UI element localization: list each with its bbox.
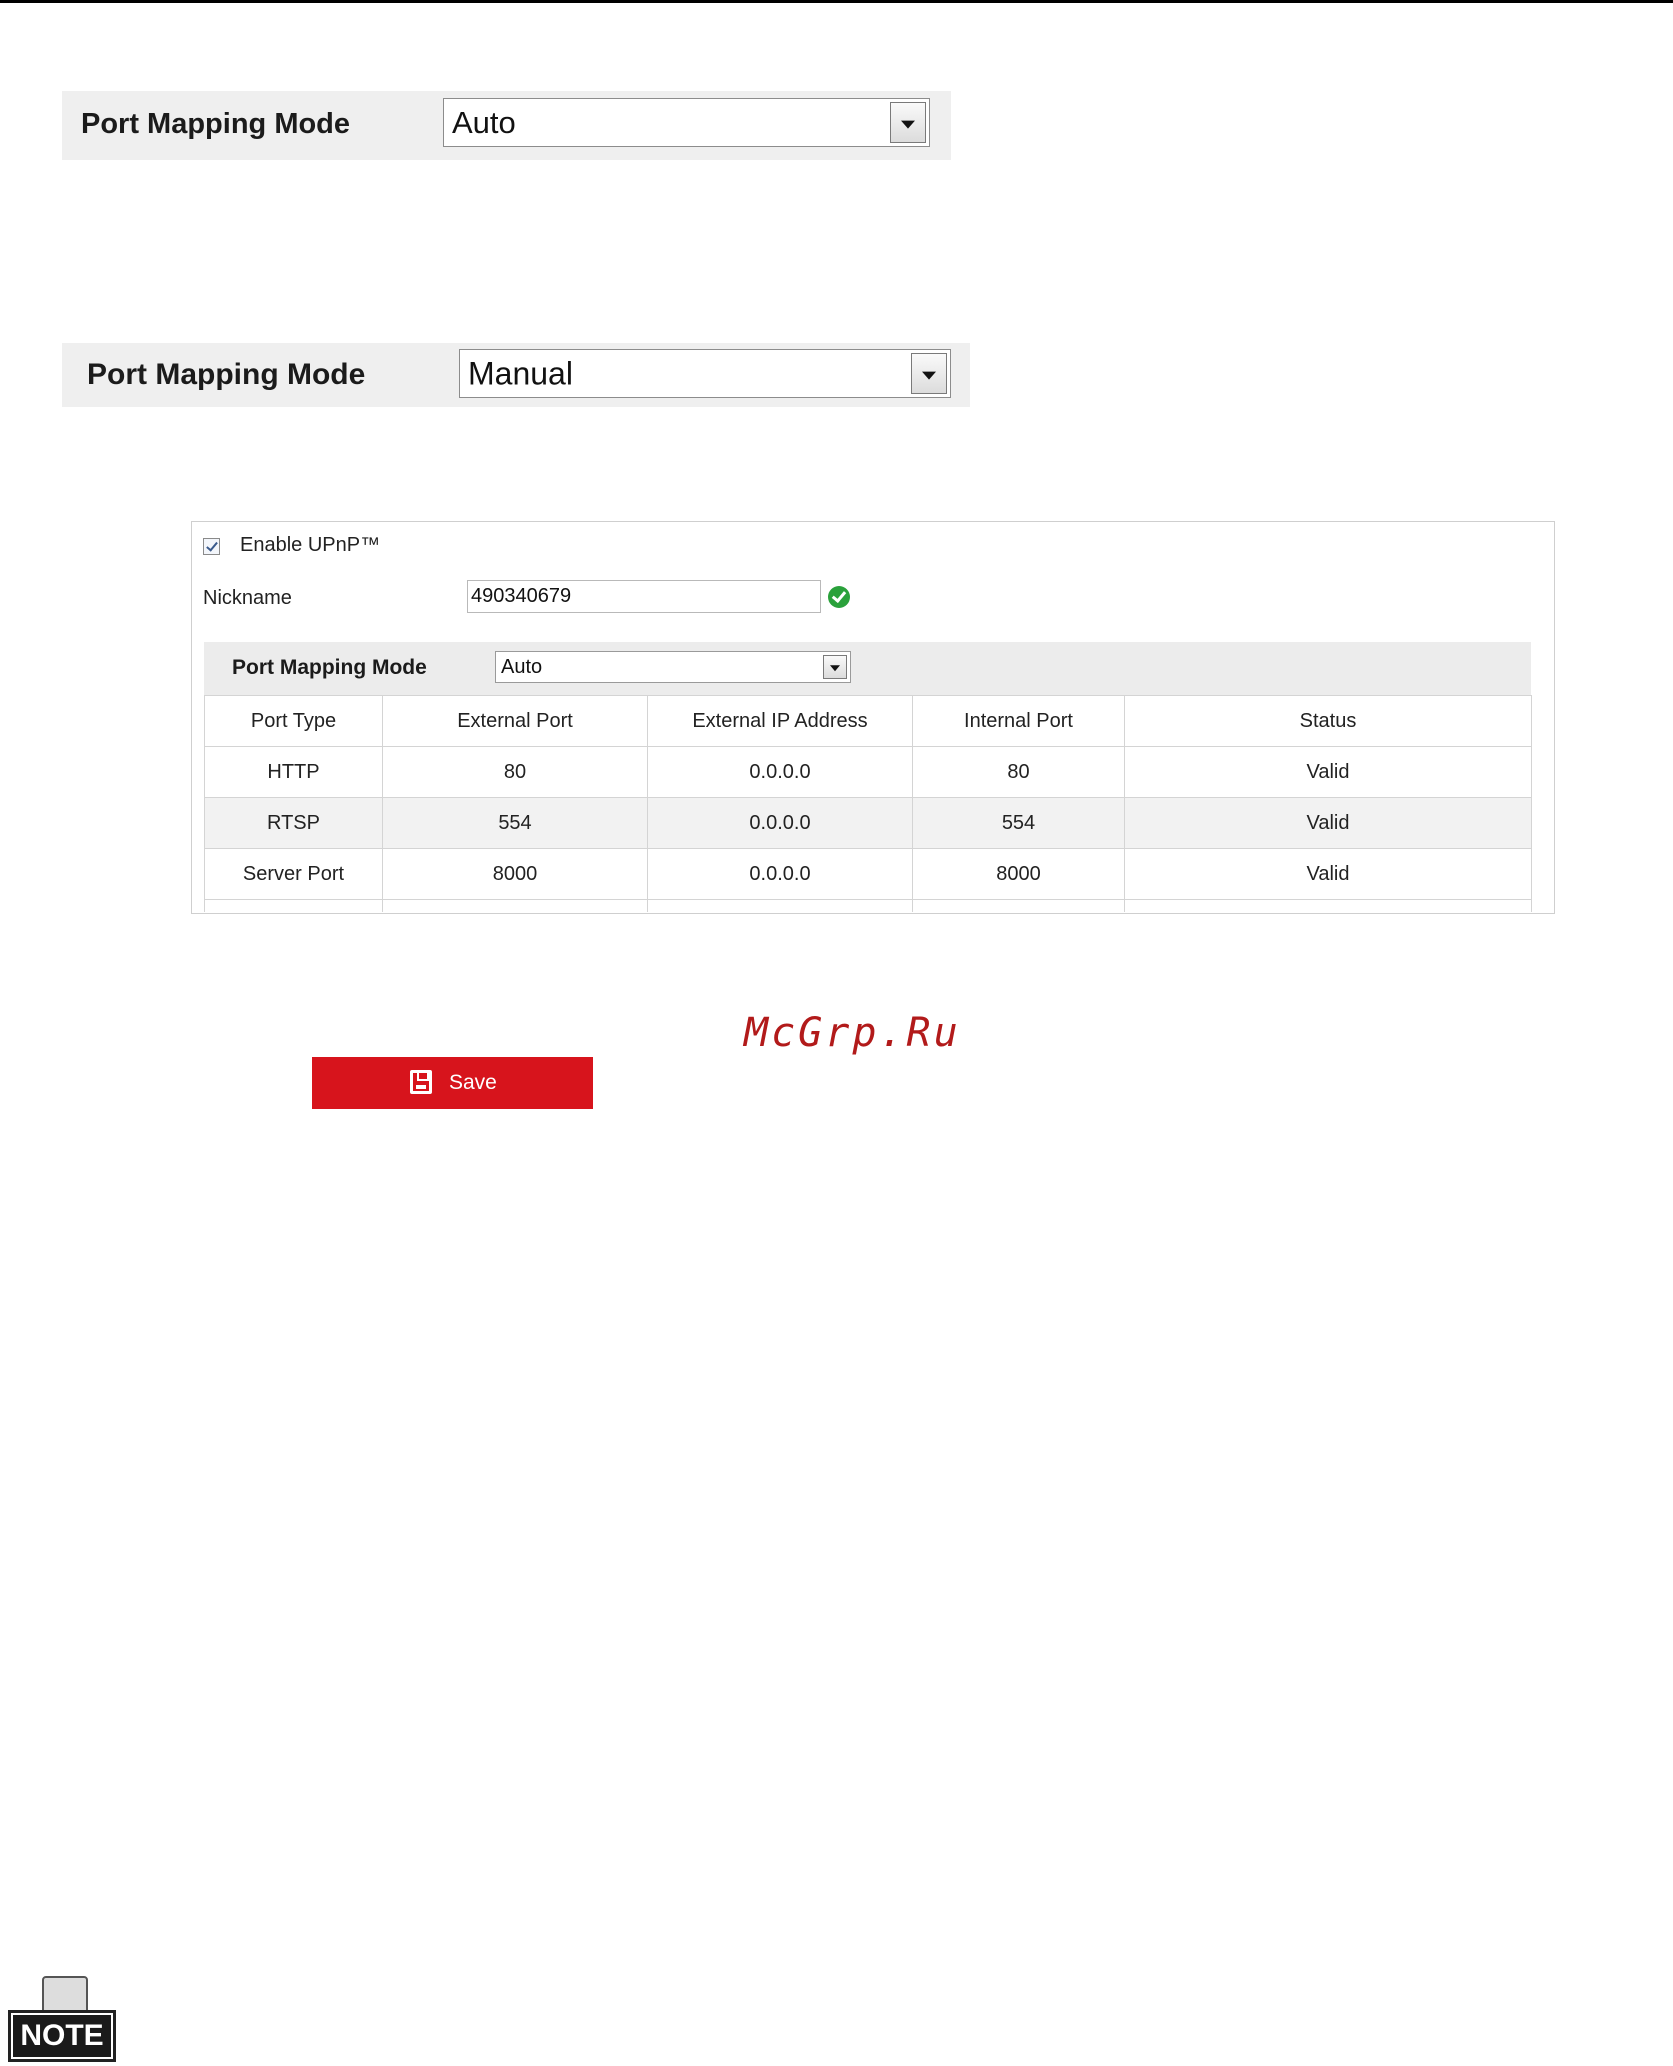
column-header: Internal Port [912,695,1125,747]
column-header: Status [1124,695,1532,747]
external-port-cell: 554 [382,797,648,849]
enable-upnp-label: Enable UPnP™ [240,534,381,556]
internal-port-cell: 80 [912,746,1125,798]
status-cell: Valid [1124,746,1532,798]
nickname-input[interactable] [467,580,821,613]
column-header: Port Type [204,695,383,747]
port-type-cell: Server Port [204,848,383,900]
port-mapping-mode-value: Auto [452,104,516,140]
chevron-down-icon[interactable] [890,102,926,143]
external-ip-cell: 0.0.0.0 [647,746,913,798]
save-button-label: Save [449,1071,497,1094]
port-mapping-mode-label: Port Mapping Mode [81,108,351,140]
table-row: Server Port 8000 0.0.0.0 8000 Valid [204,848,1532,900]
port-mapping-mode-select[interactable]: Auto [495,651,851,683]
port-mapping-mode-row: Port Mapping Mode Auto [204,642,1531,695]
upnp-panel: Enable UPnP™ Nickname Port Mapping Mode … [191,521,1555,914]
table-row: RTSP 554 0.0.0.0 554 Valid [204,797,1532,849]
note-label: NOTE [13,2015,111,2057]
port-mapping-mode-label: Port Mapping Mode [87,358,366,391]
table-header-row: Port Type External Port External IP Addr… [204,695,1532,747]
chevron-down-icon[interactable] [823,655,847,679]
status-cell: Valid [1124,797,1532,849]
save-button[interactable]: Save [312,1057,593,1109]
enable-upnp-checkbox[interactable] [203,538,220,555]
table-row: HTTP 80 0.0.0.0 80 Valid [204,746,1532,798]
internal-port-cell: 554 [912,797,1125,849]
check-circle-icon [828,586,850,608]
internal-port-cell: 8000 [912,848,1125,900]
status-cell: Valid [1124,848,1532,900]
port-mapping-mode-auto-row: Port Mapping Mode Auto [62,91,951,160]
port-mapping-table: Port Type External Port External IP Addr… [204,695,1532,912]
column-header: External IP Address [647,695,913,747]
external-port-cell: 80 [382,746,648,798]
port-mapping-mode-select[interactable]: Auto [443,98,930,147]
external-port-cell: 8000 [382,848,648,900]
port-mapping-mode-value: Manual [468,355,573,391]
port-mapping-mode-manual-row: Port Mapping Mode Manual [62,343,970,407]
port-type-cell: RTSP [204,797,383,849]
table-row-partial [204,899,1532,912]
note-clip-graphic [42,1976,88,2014]
port-mapping-mode-select[interactable]: Manual [459,349,951,398]
top-rule [0,0,1673,3]
port-mapping-mode-label: Port Mapping Mode [232,656,427,679]
external-ip-cell: 0.0.0.0 [647,848,913,900]
external-ip-cell: 0.0.0.0 [647,797,913,849]
save-icon [410,1070,432,1094]
watermark: McGrp.Ru [744,1010,961,1056]
nickname-label: Nickname [203,587,292,609]
port-type-cell: HTTP [204,746,383,798]
chevron-down-icon[interactable] [911,353,947,394]
column-header: External Port [382,695,648,747]
note-icon: NOTE [8,1976,118,2064]
port-mapping-mode-value: Auto [501,656,543,678]
